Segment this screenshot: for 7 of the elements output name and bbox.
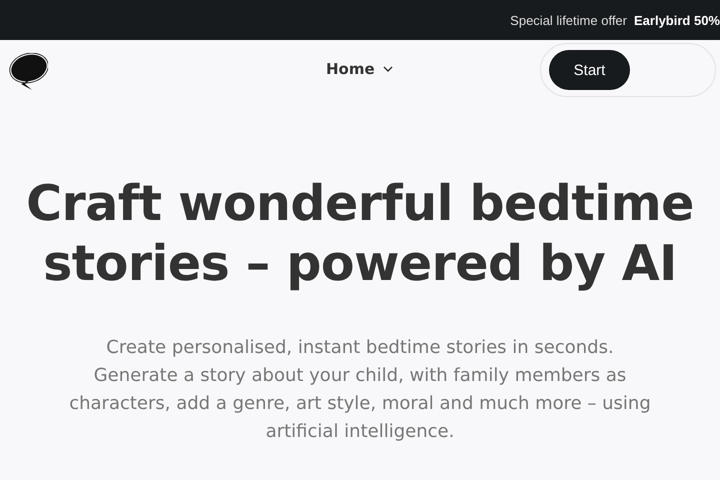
hero-title: Craft wonderful bedtime stories – powered by AI (25, 174, 695, 294)
nav-menu-item[interactable]: Home (322, 58, 397, 80)
offer-text: Earlybird 50% (634, 12, 720, 28)
speech-bubble-logo-icon[interactable] (8, 53, 48, 91)
offer-label: Special lifetime offer (510, 12, 627, 28)
hero-subtitle: Create personalised, instant bedtime stories in seconds. Generate a story about your child, with family members as characters, add a genre, art style, moral and much more – using artificial intelligence. (68, 336, 652, 444)
start-button[interactable]: Start (549, 50, 630, 90)
